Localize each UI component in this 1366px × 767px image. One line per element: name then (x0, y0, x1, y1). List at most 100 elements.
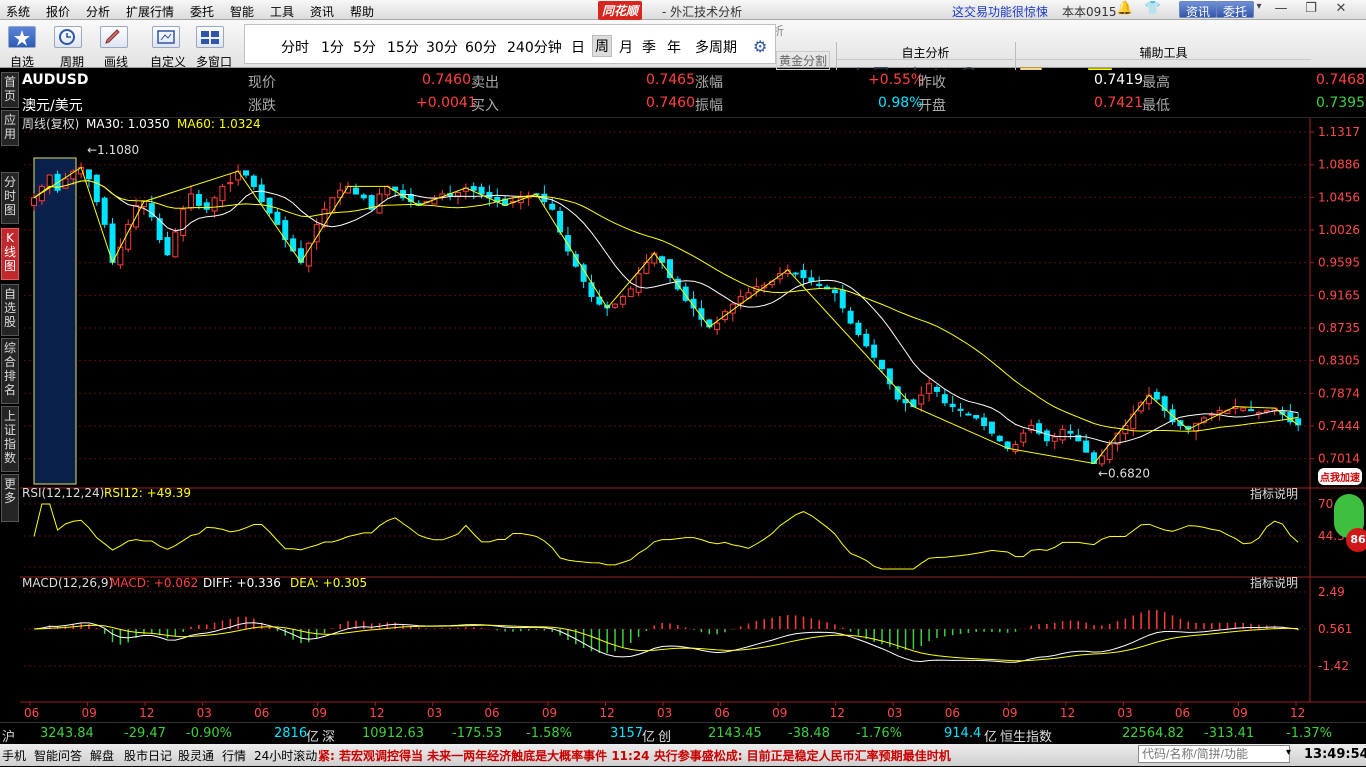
ask-value: 0.7465 (646, 72, 695, 88)
status-tab-market[interactable]: 行情 (222, 747, 246, 764)
change-pct-value: +0.55% (868, 72, 925, 88)
period-5min[interactable]: 5分 (353, 37, 376, 57)
trade-dropdown-icon[interactable]: ▾ (1250, 1, 1268, 18)
time-tick-label: 06 (1175, 706, 1190, 720)
period-settings-icon[interactable]: ⚙ (753, 37, 767, 56)
amplitude-label: 振幅 (695, 98, 723, 114)
status-tab-analysis[interactable]: 解盘 (90, 747, 114, 764)
tab-apps[interactable]: 应用 (1, 110, 19, 146)
multi-window-tool[interactable]: 多窗口 (196, 22, 236, 69)
candle-body (85, 169, 92, 180)
period-240min[interactable]: 240分钟 (507, 37, 562, 57)
ma30-legend: MA30: 1.0350 (86, 118, 170, 131)
status-tab-rolling[interactable]: 24小时滚动 (254, 747, 317, 764)
tab-sh-index[interactable]: 上证指数 (1, 406, 19, 472)
app-logo: 同花顺 (598, 1, 643, 20)
period-intraday[interactable]: 分时 (281, 37, 309, 57)
pencil-icon (100, 26, 128, 48)
shirt-icon[interactable]: 👕 (1144, 1, 1162, 18)
status-tab-qa[interactable]: 智能问答 (34, 747, 82, 764)
candle-body (470, 186, 477, 191)
bell-icon[interactable]: 🔔 (1116, 1, 1134, 18)
menu-help[interactable]: 帮助 (350, 3, 374, 20)
menu-smart[interactable]: 智能 (230, 3, 254, 20)
period-quarter[interactable]: 季 (642, 37, 656, 57)
period-year[interactable]: 年 (667, 37, 681, 57)
candle-body (910, 399, 917, 408)
restore-icon[interactable]: ❐ (1302, 1, 1320, 18)
candle-body (172, 231, 179, 258)
code-dropdown-icon[interactable]: ▾ (1286, 747, 1291, 758)
status-tab-mobile[interactable]: 手机 (2, 747, 26, 764)
candle-body (195, 193, 202, 206)
dea-legend: DEA: +0.305 (290, 576, 367, 590)
multi-window-label: 多窗口 (196, 55, 233, 69)
candle-body (274, 211, 281, 225)
period-1min[interactable]: 1分 (321, 37, 344, 57)
promo-link[interactable]: 这交易功能很惊悚 (952, 3, 1048, 20)
rsi-help-link[interactable]: 指标说明 (1250, 486, 1298, 501)
price-tick-label: 0.7444 (1318, 419, 1360, 433)
menu-news[interactable]: 资讯 (310, 3, 334, 20)
candle-body (1083, 440, 1090, 453)
candle-body (478, 186, 485, 195)
index-cy-value: 2143.45 (708, 726, 762, 741)
candle-body (329, 197, 336, 214)
tab-watchlist[interactable]: 自选股 (1, 284, 19, 336)
trade-button[interactable]: 委托 (1216, 1, 1255, 19)
price-tick-label: 0.9595 (1318, 256, 1360, 270)
candle-body (918, 394, 925, 405)
app-title: - 外汇技术分析 (662, 5, 743, 19)
draw-tool[interactable]: 画线 (100, 22, 140, 69)
period-60min[interactable]: 60分 (465, 37, 497, 57)
period-multi[interactable]: 多周期 (695, 37, 737, 57)
close-icon[interactable]: ✕ (1332, 1, 1350, 18)
index-sh-name: 沪 (2, 730, 16, 745)
period-15min[interactable]: 15分 (387, 37, 419, 57)
golden-split-button[interactable]: 黄金分割 (776, 51, 831, 70)
index-sz-value: 10912.63 (362, 726, 425, 741)
news-button[interactable]: 资讯 (1179, 1, 1218, 19)
price-tick-label: 0.8305 (1318, 354, 1360, 368)
tab-more[interactable]: 更多 (1, 474, 19, 522)
period-tool[interactable]: 周期 (54, 22, 94, 69)
change-label: 涨跌 (248, 98, 276, 114)
candle-body (879, 359, 885, 370)
news-ticker[interactable]: 紧: 若宏观调控得当 未来一两年经济触底是大概率事件 11:24 央行参事盛松成… (318, 747, 1128, 764)
menu-trade[interactable]: 委托 (190, 3, 214, 20)
tab-home[interactable]: 首页 (1, 72, 19, 108)
high-mark-label: ←1.1080 (87, 143, 139, 157)
dea-line (33, 624, 1299, 662)
custom-tool[interactable]: 自定义 (150, 22, 190, 69)
price-tick-label: 1.1317 (1318, 125, 1360, 139)
kline-chart[interactable]: ←1.1080 ←0.6820 1.1317 1.0886 1.0456 1.0026 0… (20, 118, 1366, 722)
menu-quote[interactable]: 报价 (46, 3, 70, 20)
period-week[interactable]: 周 (592, 35, 612, 57)
promo-float[interactable]: 点我加速 86 (1316, 468, 1366, 552)
symbol-code: AUDUSD (22, 72, 89, 88)
candle-body (1248, 409, 1255, 412)
menu-system[interactable]: 系统 (6, 3, 30, 20)
status-tab-gulingtong[interactable]: 股灵通 (178, 747, 214, 764)
candle-body (831, 289, 838, 294)
menu-analysis[interactable]: 分析 (86, 3, 110, 20)
tab-kline[interactable]: K线图 (1, 228, 19, 280)
rsi12-legend: RSI12: +49.39 (104, 486, 191, 500)
tab-ranking[interactable]: 综合排名 (1, 338, 19, 404)
minimize-icon[interactable]: — (1272, 1, 1290, 18)
index-cy-pct: -1.76% (856, 726, 902, 741)
candle-body (863, 333, 870, 347)
candle-body (839, 289, 846, 309)
macd-help-link[interactable]: 指标说明 (1250, 575, 1298, 590)
menu-tools[interactable]: 工具 (270, 3, 294, 20)
period-day[interactable]: 日 (571, 37, 585, 57)
tab-intraday[interactable]: 分时图 (1, 172, 19, 224)
period-month[interactable]: 月 (619, 37, 633, 57)
candle-body (93, 174, 100, 203)
last-label: 现价 (248, 75, 276, 91)
code-search-input[interactable] (1138, 745, 1290, 763)
watchlist-tool[interactable]: 自选股 (4, 22, 36, 86)
menu-ext-quote[interactable]: 扩展行情 (126, 3, 174, 20)
period-30min[interactable]: 30分 (426, 37, 458, 57)
status-tab-diary[interactable]: 股市日记 (124, 747, 172, 764)
